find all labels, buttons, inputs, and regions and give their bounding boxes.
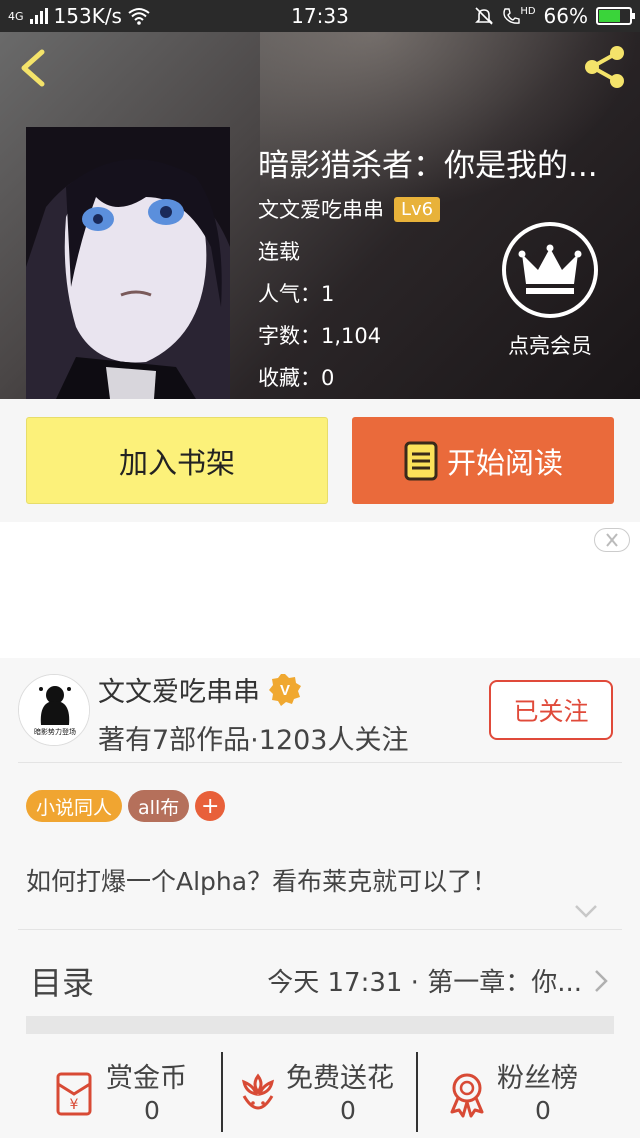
status-bar: 4G 153K/s 17:33 HD 66% xyxy=(0,0,640,32)
divider xyxy=(18,762,622,763)
tag-chip[interactable]: all布 xyxy=(128,790,190,822)
book-popularity: 人气：1 xyxy=(258,282,335,306)
vip-label[interactable]: 点亮会员 xyxy=(480,330,620,360)
ad-close-button[interactable] xyxy=(594,528,630,552)
separator xyxy=(416,1052,418,1132)
mute-bell-icon xyxy=(475,7,494,25)
battery-fill xyxy=(599,10,621,22)
book-icon xyxy=(404,441,438,480)
author-card: 暗影势力登场 文文爱吃串串 V 著有7部作品·1203人关注 已关注 小说同人 … xyxy=(0,658,640,1138)
add-to-shelf-button[interactable]: 加入书架 xyxy=(26,417,328,504)
reward-value: 0 xyxy=(144,1096,160,1125)
book-title: 暗影猎杀者：你是我的... xyxy=(258,148,598,184)
table-of-contents-row[interactable]: 目录 今天 17:31 · 第一章：你... xyxy=(0,930,640,1020)
flower-value: 0 xyxy=(340,1096,356,1125)
avatar[interactable]: 暗影势力登场 xyxy=(18,674,90,746)
level-badge: Lv6 xyxy=(394,196,441,222)
start-reading-button[interactable]: 开始阅读 xyxy=(352,417,614,504)
avatar-text: 暗影势力登场 xyxy=(34,728,76,736)
chevron-right-icon xyxy=(595,970,608,992)
tag-chip[interactable]: 小说同人 xyxy=(26,790,123,822)
reward-label: 赏金币 xyxy=(106,1063,187,1094)
reward-coins-button[interactable]: ¥ 赏金币 0 xyxy=(0,1048,222,1138)
author-stats: 著有7部作品·1203人关注 xyxy=(98,725,409,756)
chevron-down-icon[interactable] xyxy=(573,902,599,920)
battery-percent: 66% xyxy=(543,4,588,28)
book-word-count: 字数：1,104 xyxy=(258,324,382,348)
status-right: HD 66% xyxy=(474,4,635,28)
ad-banner xyxy=(0,522,640,658)
follow-button[interactable]: 已关注 xyxy=(489,680,613,740)
book-cover[interactable] xyxy=(26,127,230,399)
flower-label: 免费送花 xyxy=(286,1063,394,1094)
book-favorites: 收藏：0 xyxy=(258,366,335,390)
fans-value: 0 xyxy=(535,1096,551,1125)
share-icon[interactable] xyxy=(580,42,630,92)
tag-list: 小说同人 all布 + xyxy=(26,790,226,822)
action-bar: 加入书架 开始阅读 xyxy=(0,399,640,522)
hd-label: HD xyxy=(520,5,536,17)
toc-label: 目录 xyxy=(30,964,95,1002)
free-flower-button[interactable]: 免费送花 0 xyxy=(224,1048,416,1138)
latest-chapter: 今天 17:31 · 第一章：你... xyxy=(267,968,582,998)
book-status: 连载 xyxy=(258,240,300,264)
add-tag-button[interactable]: + xyxy=(195,791,226,821)
flower-icon xyxy=(241,1073,275,1110)
add-to-shelf-label: 加入书架 xyxy=(118,445,235,480)
bottom-stats-row: ¥ 赏金币 0 免费送花 0 粉丝榜 0 xyxy=(0,1048,640,1138)
back-arrow-icon[interactable] xyxy=(14,46,54,90)
v-badge-text: V xyxy=(280,682,290,699)
separator xyxy=(221,1052,223,1132)
author-line: 文文爱吃串串 Lv6 xyxy=(258,194,441,224)
close-icon xyxy=(606,533,618,547)
section-gap xyxy=(26,1016,614,1034)
follow-label: 已关注 xyxy=(513,697,589,726)
synopsis: 如何打爆一个Alpha？看布莱克就可以了！ xyxy=(26,867,498,896)
card-author-name[interactable]: 文文爱吃串串 xyxy=(98,670,260,709)
verified-badge-icon: V xyxy=(269,673,301,706)
start-reading-label: 开始阅读 xyxy=(446,445,563,480)
book-author[interactable]: 文文爱吃串串 xyxy=(258,194,384,224)
crown-icon xyxy=(518,244,582,294)
red-envelope-icon: ¥ xyxy=(56,1072,92,1116)
book-header: 暗影猎杀者：你是我的... 文文爱吃串串 Lv6 连载 人气：1 字数：1,10… xyxy=(0,32,640,399)
card-author-line: 文文爱吃串串 V xyxy=(98,670,302,709)
hd-call-icon: HD xyxy=(502,5,536,25)
fans-label: 粉丝榜 xyxy=(497,1063,578,1094)
fans-ranking-button[interactable]: 粉丝榜 0 xyxy=(419,1048,640,1138)
battery-icon xyxy=(596,7,635,25)
medal-icon xyxy=(450,1073,484,1118)
svg-text:¥: ¥ xyxy=(70,1097,79,1113)
cover-illustration xyxy=(26,127,230,399)
vip-crown-button[interactable] xyxy=(502,222,598,318)
